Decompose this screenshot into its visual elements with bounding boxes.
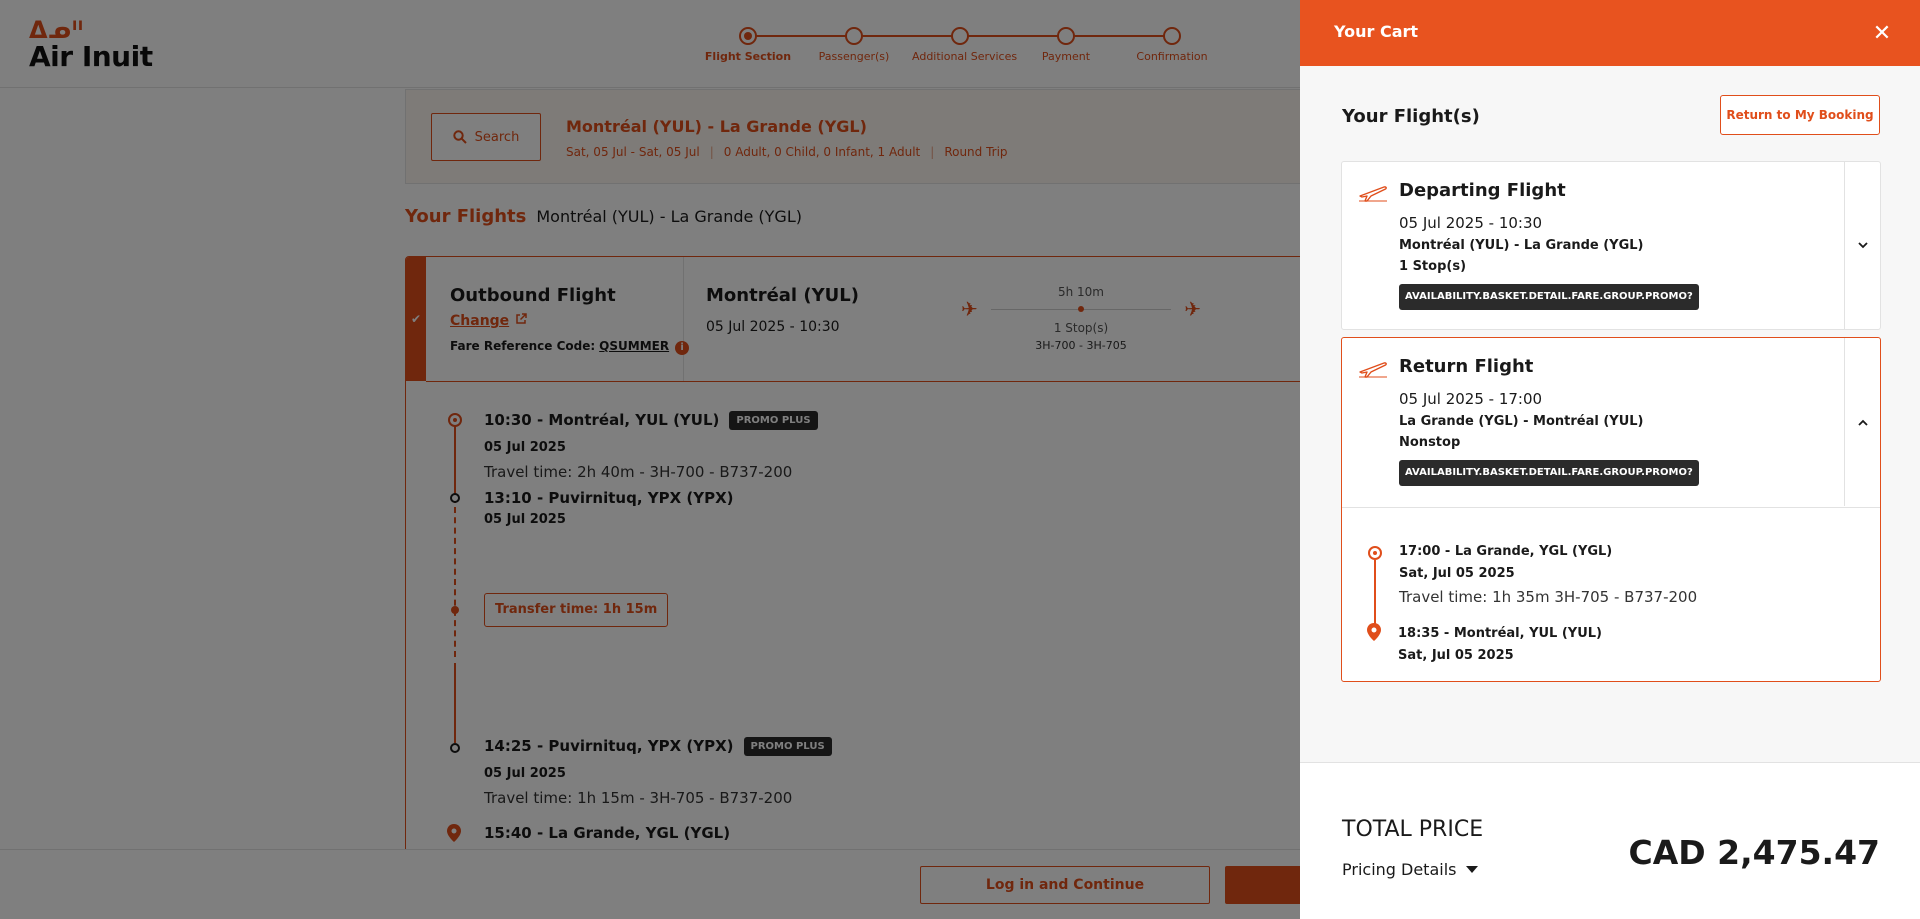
return-arrival-date: Sat, Jul 05 2025 <box>1398 648 1514 663</box>
close-icon[interactable]: ✕ <box>1870 22 1894 46</box>
modal-backdrop[interactable] <box>0 0 1300 919</box>
expand-toggle[interactable] <box>1844 162 1880 329</box>
plane-icon <box>1359 362 1387 378</box>
pricing-details-toggle[interactable]: Pricing Details <box>1342 860 1479 879</box>
return-to-booking-button[interactable]: Return to My Booking <box>1720 95 1880 135</box>
pricing-details-label: Pricing Details <box>1342 860 1457 879</box>
return-arrival: 18:35 - Montréal, YUL (YUL) <box>1398 626 1603 641</box>
total-price-section: TOTAL PRICE Pricing Details CAD 2,475.47 <box>1300 762 1920 919</box>
cart-title: Your Cart <box>1334 22 1419 41</box>
plane-icon <box>1359 186 1387 202</box>
cart-panel: Your Cart ✕ Your Flight(s) Return to My … <box>1300 0 1920 919</box>
return-departure: 17:00 - La Grande, YGL (YGL) <box>1399 544 1613 559</box>
total-price-amount: CAD 2,475.47 <box>1628 833 1880 872</box>
arrival-pin-icon <box>1367 623 1381 641</box>
return-flight-card[interactable]: Return Flight 05 Jul 2025 - 17:00 La Gra… <box>1341 337 1881 682</box>
departing-flight-card[interactable]: Departing Flight 05 Jul 2025 - 10:30 Mon… <box>1341 161 1881 330</box>
cart-header: Your Cart ✕ <box>1300 0 1920 66</box>
timeline-line <box>1374 560 1376 630</box>
return-flight-details: 17:00 - La Grande, YGL (YGL) Sat, Jul 05… <box>1342 507 1880 678</box>
caret-down-icon <box>1466 866 1479 873</box>
return-title: Return Flight <box>1399 356 1534 377</box>
return-travel-time: Travel time: 1h 35m 3H-705 - B737-200 <box>1399 588 1698 606</box>
departing-stops: 1 Stop(s) <box>1399 259 1467 274</box>
return-route: La Grande (YGL) - Montréal (YUL) <box>1399 414 1644 429</box>
return-datetime: 05 Jul 2025 - 17:00 <box>1399 390 1543 408</box>
departure-marker-icon <box>1368 546 1382 560</box>
collapse-toggle[interactable] <box>1844 338 1880 506</box>
fare-group-tag: AVAILABILITY.BASKET.DETAIL.FARE.GROUP.PR… <box>1399 460 1699 486</box>
chevron-down-icon <box>1857 242 1868 249</box>
departing-title: Departing Flight <box>1399 180 1566 201</box>
departing-datetime: 05 Jul 2025 - 10:30 <box>1399 214 1543 232</box>
return-departure-date: Sat, Jul 05 2025 <box>1399 566 1515 581</box>
fare-group-tag: AVAILABILITY.BASKET.DETAIL.FARE.GROUP.PR… <box>1399 284 1699 310</box>
return-stops: Nonstop <box>1399 435 1461 450</box>
departing-route: Montréal (YUL) - La Grande (YGL) <box>1399 238 1644 253</box>
chevron-up-icon <box>1857 419 1868 426</box>
total-price-label: TOTAL PRICE <box>1342 817 1484 842</box>
cart-flights-title: Your Flight(s) <box>1342 106 1480 127</box>
